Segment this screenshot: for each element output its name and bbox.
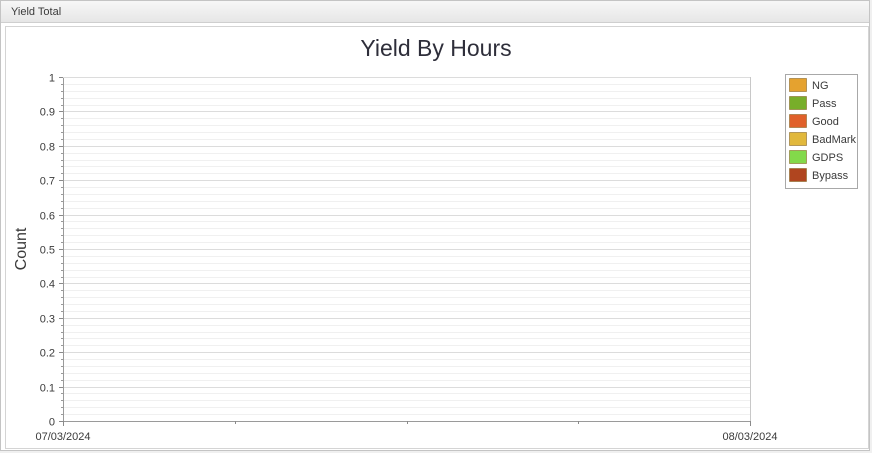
yield-by-hours-chart: Yield By Hours Count 0 0.1 0.2 0.3 0.4 0.5 0.6… <box>13 35 858 443</box>
legend-swatch-ng <box>789 78 807 92</box>
legend-swatch-good <box>789 114 807 128</box>
y-tick-label: 0.3 <box>40 314 55 326</box>
x-tick-label: 08/03/2024 <box>722 431 777 443</box>
panel-title: Yield Total <box>11 6 62 18</box>
y-axis-label: Count <box>13 227 30 270</box>
y-tick-label: 0.8 <box>40 142 55 154</box>
y-tick-label: 1 <box>49 73 55 85</box>
y-tick-label: 0.6 <box>40 211 55 223</box>
chart-title: Yield By Hours <box>360 35 511 61</box>
y-tick-label: 0.5 <box>40 245 55 257</box>
legend-label-good: Good <box>812 116 839 128</box>
y-tick-label: 0 <box>49 417 55 429</box>
y-tick-label: 0.7 <box>40 176 55 188</box>
legend-label-pass: Pass <box>812 98 837 110</box>
legend-swatch-bypass <box>789 168 807 182</box>
legend: NG Pass Good BadMark GDPS Bypass <box>785 74 858 189</box>
y-tick-label: 0.2 <box>40 348 55 360</box>
legend-label-ng: NG <box>812 80 829 92</box>
legend-label-badmark: BadMark <box>812 134 857 146</box>
y-tick-label: 0.1 <box>40 383 55 395</box>
x-axis-ticks: 07/03/2024 08/03/2024 <box>35 431 777 443</box>
y-axis-ticks: 0 0.1 0.2 0.3 0.4 0.5 0.6 0.7 0.8 0.9 1 <box>40 73 55 429</box>
yield-total-panel: Yield Total Yield By Hours Count 0 0.1 0.2… <box>0 0 870 451</box>
legend-label-gdps: GDPS <box>812 152 843 164</box>
y-tick-label: 0.4 <box>40 279 55 291</box>
grid-lines <box>63 77 750 415</box>
panel-header: Yield Total <box>1 1 869 23</box>
y-tick-label: 0.9 <box>40 107 55 119</box>
legend-swatch-gdps <box>789 150 807 164</box>
legend-swatch-pass <box>789 96 807 110</box>
legend-label-bypass: Bypass <box>812 170 849 182</box>
x-tick-label: 07/03/2024 <box>35 431 90 443</box>
legend-swatch-badmark <box>789 132 807 146</box>
chart-area: Yield By Hours Count 0 0.1 0.2 0.3 0.4 0.5 0.6… <box>5 26 869 449</box>
